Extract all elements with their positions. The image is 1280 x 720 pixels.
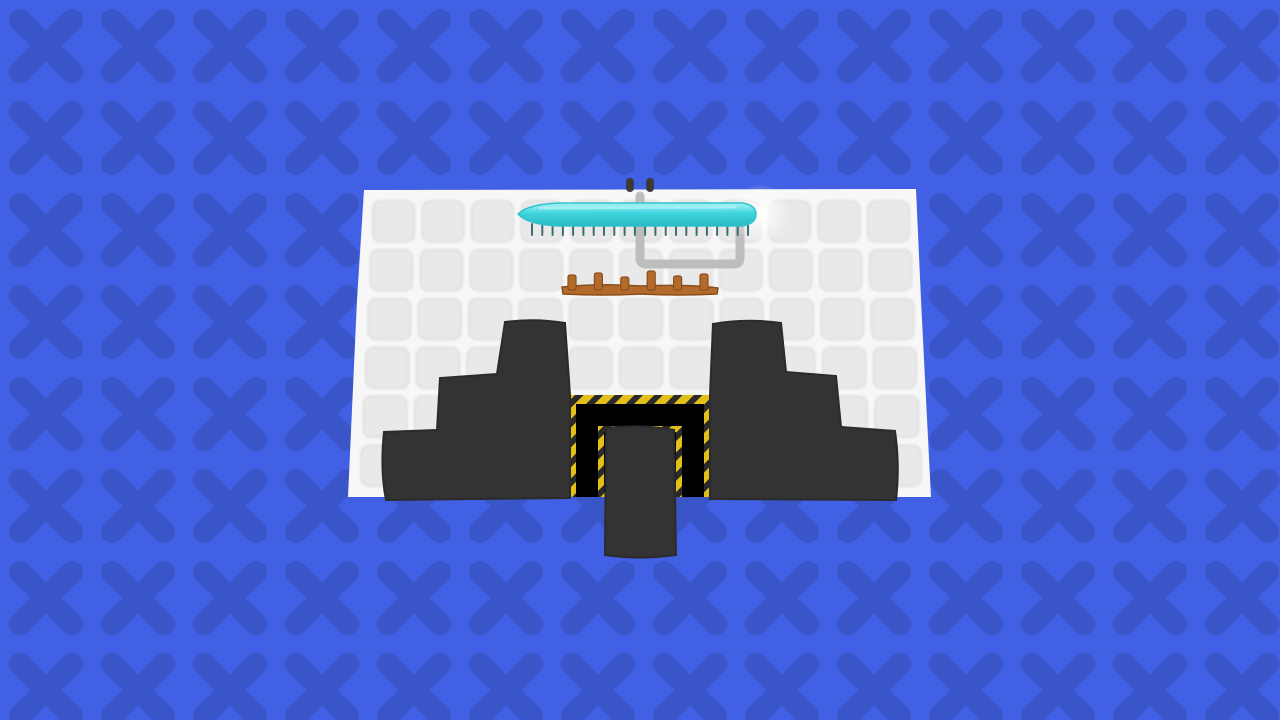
game-scene[interactable] — [0, 0, 1280, 720]
board-tile — [817, 200, 861, 243]
wooden-spike — [672, 275, 683, 291]
board-tile — [866, 200, 910, 243]
board-tile — [870, 297, 915, 341]
board-tile — [519, 249, 563, 292]
wooden-spike — [699, 273, 709, 291]
board-tile — [568, 346, 613, 390]
board-tile — [367, 297, 412, 341]
board-tile — [372, 200, 416, 243]
board-tile — [669, 346, 714, 390]
ice-saw-highlight — [538, 205, 737, 210]
wooden-spike — [567, 274, 577, 291]
wall-center — [603, 425, 678, 559]
wooden-spike — [646, 270, 656, 291]
board-tile — [818, 249, 863, 292]
board-tile — [618, 346, 664, 390]
board-tile — [469, 249, 513, 292]
board-tile — [868, 249, 913, 292]
post-knob-right — [646, 178, 654, 192]
board-tile — [365, 346, 410, 390]
wooden-spikes-base — [561, 283, 719, 296]
board-tile — [471, 200, 515, 243]
wooden-spike — [593, 272, 604, 291]
board-tile — [769, 249, 813, 292]
board-tile — [820, 297, 865, 341]
board-tile — [619, 297, 663, 341]
wall-block-center-pillar — [603, 425, 678, 559]
board-tile — [421, 200, 465, 243]
board-tile — [872, 346, 917, 390]
wooden-spike — [620, 276, 630, 291]
board-tile — [568, 297, 613, 341]
board-tile — [369, 249, 414, 292]
board-tile — [419, 249, 464, 292]
post-knob-left — [626, 178, 634, 192]
game-viewport[interactable] — [0, 0, 1280, 720]
board-tile — [669, 297, 714, 341]
board-tile — [417, 297, 462, 341]
